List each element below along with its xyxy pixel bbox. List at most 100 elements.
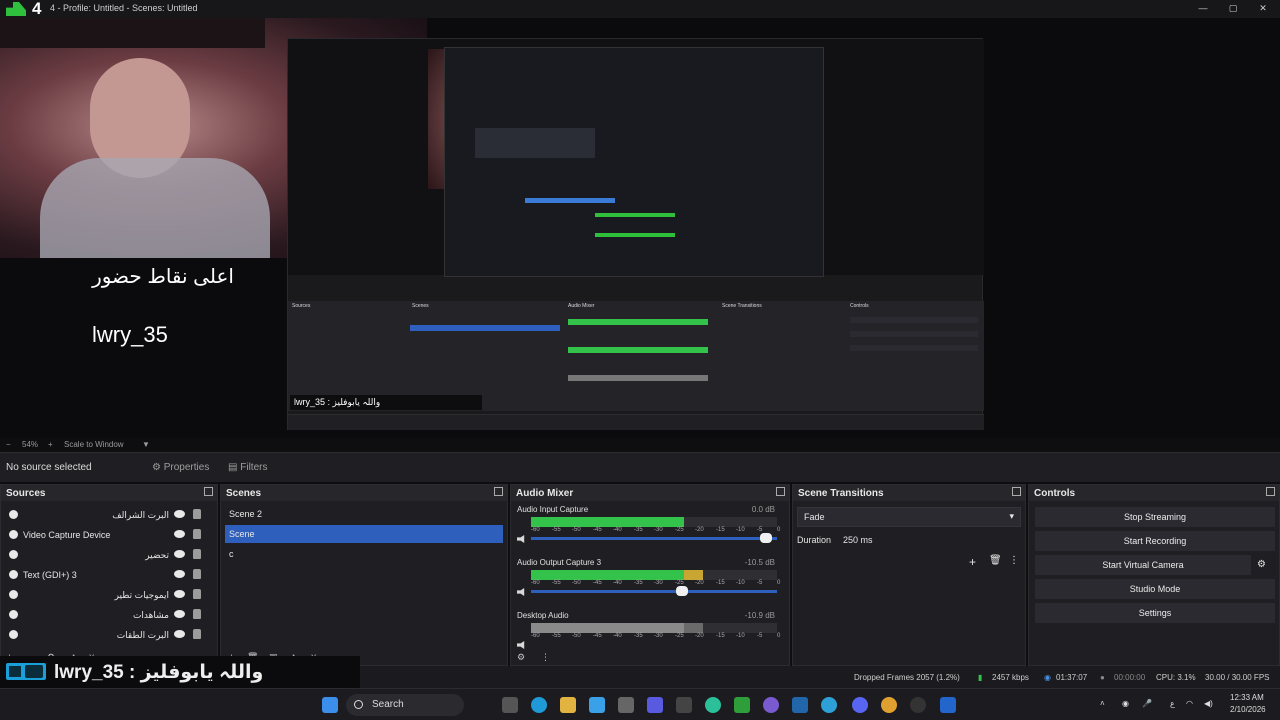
microphone-icon[interactable]: 🎤 bbox=[1142, 699, 1152, 708]
zoom-dropdown-icon[interactable]: ▼ bbox=[142, 440, 150, 449]
visibility-eye-icon[interactable] bbox=[174, 610, 185, 618]
app-icon-8[interactable] bbox=[940, 697, 956, 713]
fps: 30.00 / 30.00 FPS bbox=[1205, 673, 1270, 682]
speaker-icon[interactable] bbox=[517, 535, 525, 543]
undock-icon[interactable] bbox=[776, 487, 785, 496]
lock-icon[interactable] bbox=[193, 529, 201, 539]
undock-icon[interactable] bbox=[1266, 487, 1275, 496]
zoom-mode[interactable]: Scale to Window bbox=[64, 440, 124, 449]
scene-item[interactable]: Scene 2 bbox=[225, 505, 503, 523]
transition-menu-icon[interactable]: ⋮ bbox=[1009, 555, 1019, 566]
speaker-icon[interactable] bbox=[517, 588, 525, 596]
visibility-eye-icon[interactable] bbox=[174, 510, 185, 518]
meter-tick-label: -55 bbox=[552, 580, 561, 586]
undock-icon[interactable] bbox=[494, 487, 503, 496]
volume-slider[interactable] bbox=[531, 586, 777, 596]
source-item[interactable]: تحضير bbox=[1, 545, 217, 565]
lock-icon[interactable] bbox=[193, 509, 201, 519]
app-icon-1[interactable] bbox=[589, 697, 605, 713]
nested-taskbar bbox=[288, 414, 984, 430]
lock-icon[interactable] bbox=[193, 589, 201, 599]
source-item[interactable]: البرت الشرالف bbox=[1, 505, 217, 525]
language-icon[interactable]: ع bbox=[1170, 699, 1175, 708]
clock-time[interactable]: 12:33 AM bbox=[1230, 693, 1264, 702]
minimize-button[interactable]: — bbox=[1196, 2, 1210, 14]
start-virtual-camera-button[interactable]: Start Virtual Camera bbox=[1035, 555, 1251, 575]
mixer-toolbar: ⚙ ⋮ bbox=[511, 651, 789, 665]
tray-chevron-icon[interactable]: ˄ bbox=[1100, 699, 1105, 708]
lock-icon[interactable] bbox=[193, 629, 201, 639]
stop-streaming-button[interactable]: Stop Streaming bbox=[1035, 507, 1275, 527]
source-item[interactable]: البرت الطقات bbox=[1, 625, 217, 645]
zoom-out-button[interactable]: − bbox=[6, 440, 11, 449]
source-label: تحضير bbox=[145, 550, 169, 560]
lock-icon[interactable] bbox=[193, 549, 201, 559]
scene-item[interactable]: Scene bbox=[225, 525, 503, 543]
undock-icon[interactable] bbox=[204, 487, 213, 496]
zoom-in-button[interactable]: + bbox=[48, 440, 53, 449]
volume-icon[interactable]: ◀) bbox=[1204, 699, 1213, 708]
mixer-settings-icon[interactable]: ⚙ bbox=[517, 652, 525, 663]
close-button[interactable]: ✕ bbox=[1256, 2, 1270, 14]
visibility-eye-icon[interactable] bbox=[174, 550, 185, 558]
maximize-button[interactable]: ▢ bbox=[1226, 2, 1240, 14]
start-icon[interactable] bbox=[322, 697, 338, 713]
discord-icon[interactable] bbox=[852, 697, 868, 713]
meter-ticks: -60 -55 -50 -45 -40 -35 -30 -25 -20 -15 -10 -5 0 bbox=[531, 633, 780, 641]
zoom-bar: − 54% + Scale to Window ▼ bbox=[0, 438, 1280, 450]
add-transition-button[interactable]: + bbox=[969, 555, 976, 569]
volume-slider[interactable] bbox=[531, 533, 777, 543]
start-recording-button[interactable]: Start Recording bbox=[1035, 531, 1275, 551]
taskbar-search[interactable]: Search bbox=[346, 694, 464, 716]
app-icon-5[interactable] bbox=[734, 697, 750, 713]
speaker-icon[interactable] bbox=[517, 641, 525, 649]
app-icon-4[interactable] bbox=[705, 697, 721, 713]
file-explorer-icon[interactable] bbox=[560, 697, 576, 713]
meter-tick-label: -60 bbox=[531, 633, 540, 639]
tray-app-icon[interactable]: ◉ bbox=[1122, 699, 1129, 708]
settings-button[interactable]: Settings bbox=[1035, 603, 1275, 623]
meter-level-yellow bbox=[684, 623, 703, 633]
edge-icon[interactable] bbox=[531, 697, 547, 713]
visibility-eye-icon[interactable] bbox=[174, 590, 185, 598]
meter-tick-label: -5 bbox=[757, 633, 763, 639]
obs-icon[interactable] bbox=[910, 697, 926, 713]
volume-slider-knob[interactable] bbox=[676, 586, 688, 596]
volume-slider-knob[interactable] bbox=[760, 533, 772, 543]
visibility-eye-icon[interactable] bbox=[174, 530, 185, 538]
lock-icon[interactable] bbox=[193, 569, 201, 579]
source-item[interactable]: Video Capture Device bbox=[1, 525, 217, 545]
duration-input[interactable]: 250 ms bbox=[837, 531, 1021, 551]
source-item[interactable]: مشاهدات bbox=[1, 605, 217, 625]
chrome-icon[interactable] bbox=[881, 697, 897, 713]
scene-item[interactable]: c bbox=[225, 545, 503, 563]
visibility-eye-icon[interactable] bbox=[174, 630, 185, 638]
visibility-eye-icon[interactable] bbox=[174, 570, 185, 578]
store-icon[interactable] bbox=[618, 697, 634, 713]
preview-canvas[interactable]: اعلى نقاط حضور lwry_35 Sources Scenes Au… bbox=[0, 18, 1280, 438]
source-item[interactable]: ايموجيات تطير bbox=[1, 585, 217, 605]
app-icon-2[interactable] bbox=[647, 697, 663, 713]
bitrate: 2457 kbps bbox=[992, 673, 1029, 682]
meter-ticks: -60 -55 -50 -45 -40 -35 -30 -25 -20 -15 -10 -5 0 bbox=[531, 580, 780, 588]
virtual-camera-settings-icon[interactable]: ⚙ bbox=[1257, 559, 1266, 570]
transition-select[interactable]: Fade ▾ bbox=[797, 507, 1021, 527]
source-type-icon bbox=[9, 570, 18, 579]
mixer-menu-icon[interactable]: ⋮ bbox=[541, 652, 550, 663]
app-icon-3[interactable] bbox=[676, 697, 692, 713]
source-label: ايموجيات تطير bbox=[114, 590, 169, 600]
lock-icon[interactable] bbox=[193, 609, 201, 619]
app-icon-6[interactable] bbox=[763, 697, 779, 713]
telegram-icon[interactable] bbox=[821, 697, 837, 713]
remove-transition-button[interactable]: 🗑 bbox=[989, 555, 1002, 566]
wifi-icon[interactable]: ◠ bbox=[1186, 699, 1193, 708]
filters-button[interactable]: ▤ Filters bbox=[222, 459, 273, 477]
source-context-bar: No source selected ⚙ Properties ▤ Filter… bbox=[0, 452, 1280, 482]
undock-icon[interactable] bbox=[1012, 487, 1021, 496]
source-item[interactable]: Text (GDI+) 3 bbox=[1, 565, 217, 585]
task-view-icon[interactable] bbox=[502, 697, 518, 713]
studio-mode-button[interactable]: Studio Mode bbox=[1035, 579, 1275, 599]
clock-date[interactable]: 2/10/2026 bbox=[1230, 705, 1266, 714]
properties-button[interactable]: ⚙ Properties bbox=[146, 459, 215, 477]
app-icon-7[interactable] bbox=[792, 697, 808, 713]
